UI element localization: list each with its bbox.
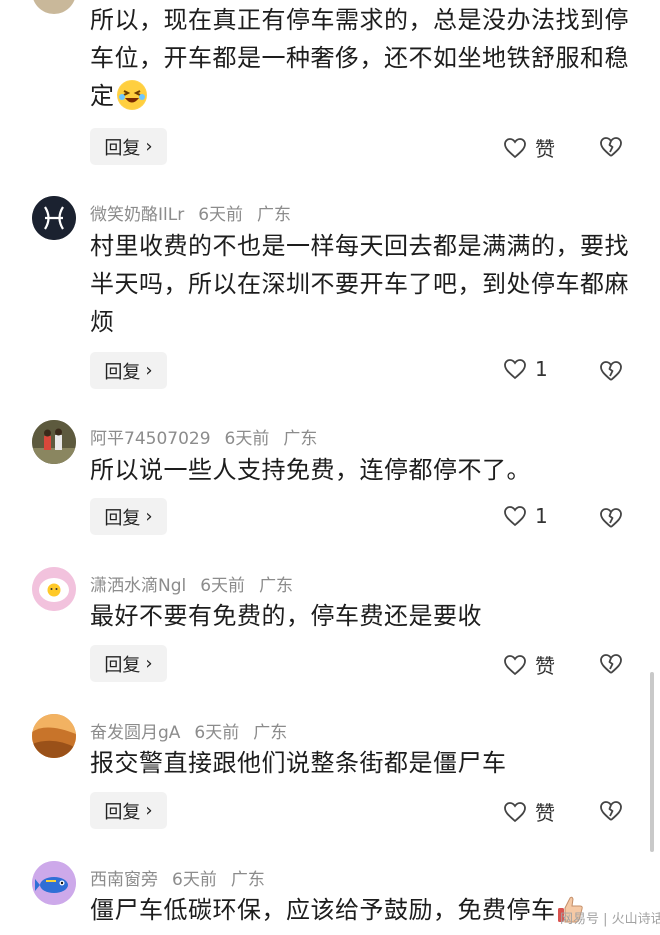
dislike-button[interactable] <box>598 652 624 680</box>
broken-heart-icon <box>600 361 622 381</box>
location: 广东 <box>283 429 318 449</box>
dislike-button[interactable] <box>598 359 624 387</box>
location: 广东 <box>230 870 265 890</box>
comment-meta: 潇洒水滴Ngl 6天前 广东 <box>90 571 307 596</box>
dislike-button[interactable] <box>598 799 624 827</box>
reply-button[interactable]: 回复 › <box>90 498 167 535</box>
scrollbar[interactable] <box>650 672 654 852</box>
avatar[interactable] <box>32 0 76 14</box>
heart-outline-icon <box>504 359 526 380</box>
chevron-right-icon: › <box>145 800 153 821</box>
laughing-emoji-icon <box>116 80 147 110</box>
username[interactable]: 阿平74507029 <box>90 429 211 449</box>
comment-text: 村里收费的不也是一样每天回去都是满满的，要找半天吗，所以在深圳不要开车了吧，到处… <box>90 232 629 336</box>
username[interactable]: 微笑奶酪IlLr <box>90 205 184 225</box>
timestamp: 6天前 <box>198 205 244 225</box>
avatar[interactable] <box>32 196 76 240</box>
timestamp: 6天前 <box>200 576 246 596</box>
location: 广东 <box>257 205 292 225</box>
like-button[interactable]: 赞 <box>503 797 555 826</box>
reply-button[interactable]: 回复 › <box>90 128 167 165</box>
like-button[interactable]: 1 <box>503 357 548 381</box>
like-count: 1 <box>535 504 548 528</box>
comment-meta: 阿平74507029 6天前 广东 <box>90 424 331 449</box>
username[interactable]: 奋发圆月gA <box>90 723 180 743</box>
broken-heart-icon <box>600 508 622 528</box>
username[interactable]: 潇洒水滴Ngl <box>90 576 186 596</box>
broken-heart-icon <box>600 801 622 821</box>
reply-button[interactable]: 回复 › <box>90 645 167 682</box>
heart-outline-icon <box>504 654 526 675</box>
heart-outline-icon <box>504 801 526 822</box>
location: 广东 <box>259 576 294 596</box>
broken-heart-icon <box>600 654 622 674</box>
chevron-right-icon: › <box>145 653 153 674</box>
timestamp: 6天前 <box>194 723 240 743</box>
avatar[interactable] <box>32 420 76 464</box>
comment-meta: 西南窗旁 6天前 广东 <box>90 865 279 890</box>
reply-button[interactable]: 回复 › <box>90 352 167 389</box>
dislike-button[interactable] <box>598 135 624 163</box>
comment-text: 所以，现在真正有停车需求的，总是没办法找到停车位，开车都是一种奢侈，还不如坐地铁… <box>90 6 629 110</box>
comment-text: 报交警直接跟他们说整条街都是僵尸车 <box>90 749 507 777</box>
comment-meta: 奋发圆月gA 6天前 广东 <box>90 718 301 743</box>
like-button[interactable]: 赞 <box>503 650 555 679</box>
dislike-button[interactable] <box>598 506 624 534</box>
avatar[interactable] <box>32 567 76 611</box>
chevron-right-icon: › <box>145 506 153 527</box>
comment-text: 所以说一些人支持免费，连停都停不了。 <box>90 456 531 484</box>
comment-meta: 微笑奶酪IlLr 6天前 广东 <box>90 200 305 225</box>
reply-button[interactable]: 回复 › <box>90 792 167 829</box>
heart-outline-icon <box>504 137 526 158</box>
username[interactable]: 西南窗旁 <box>90 870 158 890</box>
chevron-right-icon: › <box>145 360 153 381</box>
location: 广东 <box>253 723 288 743</box>
comment-text: 僵尸车低碳环保，应该给予鼓励，免费停车 <box>90 891 630 929</box>
chevron-right-icon: › <box>145 136 153 157</box>
avatar[interactable] <box>32 714 76 758</box>
comment-text: 最好不要有免费的，停车费还是要收 <box>90 602 482 630</box>
timestamp: 6天前 <box>172 870 217 890</box>
timestamp: 6天前 <box>224 429 270 449</box>
like-button[interactable]: 赞 <box>503 133 555 162</box>
broken-heart-icon <box>600 137 622 157</box>
like-count: 1 <box>535 357 548 381</box>
like-button[interactable]: 1 <box>503 504 548 528</box>
avatar[interactable] <box>32 861 76 905</box>
heart-outline-icon <box>504 506 526 527</box>
watermark: 网易号 | 火山诗话 <box>560 912 660 927</box>
